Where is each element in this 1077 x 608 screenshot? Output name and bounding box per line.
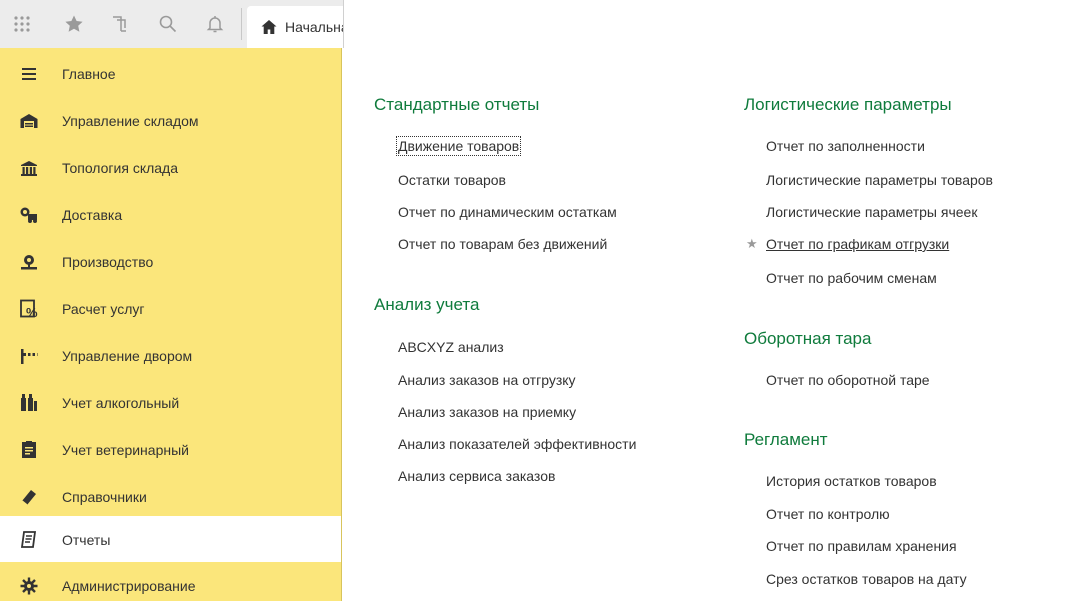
sidebar-item-administration[interactable]: Администрирование (0, 562, 341, 608)
sidebar-item-production[interactable]: Производство (0, 238, 341, 284)
history-icon[interactable] (108, 13, 130, 35)
top-toolbar: Начальная страница (0, 0, 344, 48)
sidebar-item-label: Расчет услуг (62, 301, 145, 317)
sidebar-item-yard[interactable]: Управление двором (0, 332, 341, 378)
sidebar-item-references[interactable]: Справочники (0, 473, 341, 519)
sidebar-item-label: Доставка (62, 207, 123, 223)
percent-doc-icon: % (19, 299, 39, 320)
report-link[interactable]: Отчет по графикам отгрузки (766, 236, 949, 252)
truck-icon (19, 205, 39, 225)
vet-doc-icon (19, 440, 39, 460)
factory-icon (19, 252, 39, 272)
reports-icon (19, 530, 39, 550)
apps-grid-icon[interactable] (11, 13, 33, 35)
section-title-returnable-packaging: Оборотная тара (744, 329, 872, 348)
report-link[interactable]: История остатков товаров (766, 473, 937, 489)
section-title-accounting-analysis: Анализ учета (374, 295, 480, 314)
sidebar-item-label: Топология склада (62, 160, 179, 176)
sidebar: Главное Управление складом Топология скл… (0, 48, 342, 601)
warehouse-icon (19, 111, 39, 131)
favorite-star-icon[interactable]: ★ (746, 236, 758, 252)
section-title-regulation: Регламент (744, 430, 828, 449)
report-link[interactable]: Логистические параметры товаров (766, 172, 993, 188)
section-title-logistic-params: Логистические параметры (744, 95, 952, 114)
sidebar-item-alcohol[interactable]: Учет алкогольный (0, 379, 341, 425)
report-link[interactable]: Анализ сервиса заказов (398, 468, 555, 484)
sidebar-item-warehouse-management[interactable]: Управление складом (0, 97, 341, 143)
sidebar-item-label: Управление складом (62, 113, 199, 129)
report-link[interactable]: Отчет по динамическим остаткам (398, 204, 617, 220)
report-link[interactable]: Анализ заказов на приемку (398, 404, 576, 420)
sidebar-item-delivery[interactable]: Доставка (0, 191, 341, 237)
report-link[interactable]: Отчет по рабочим сменам (766, 270, 937, 286)
bell-icon[interactable] (204, 13, 226, 35)
report-link[interactable]: ABCXYZ анализ (398, 339, 504, 355)
sidebar-item-label: Главное (62, 66, 116, 82)
sidebar-item-label: Учет алкогольный (62, 395, 180, 411)
sidebar-item-label: Справочники (62, 489, 147, 505)
sidebar-item-topology[interactable]: Топология склада (0, 144, 341, 190)
tab-home-label: Начальная страница (285, 19, 343, 35)
report-link[interactable]: Движение товаров (395, 136, 522, 156)
report-link[interactable]: Отчет по контролю (766, 506, 890, 522)
sidebar-item-reports[interactable]: Отчеты (0, 516, 341, 562)
tab-home[interactable]: Начальная страница (247, 6, 343, 48)
home-icon (260, 18, 278, 36)
sidebar-item-label: Отчеты (62, 532, 111, 548)
search-icon[interactable] (157, 13, 179, 35)
sidebar-item-main[interactable]: Главное (0, 50, 341, 96)
report-link[interactable]: Логистические параметры ячеек (766, 204, 977, 220)
star-icon[interactable] (63, 13, 85, 35)
report-link[interactable]: Анализ показателей эффективности (398, 436, 636, 452)
sidebar-item-label: Администрирование (62, 578, 196, 594)
sidebar-item-label: Производство (62, 254, 154, 270)
sidebar-item-service-calc[interactable]: % Расчет услуг (0, 285, 341, 331)
sidebar-item-vet[interactable]: Учет ветеринарный (0, 426, 341, 472)
sidebar-item-label: Управление двором (62, 348, 193, 364)
barrier-icon (19, 346, 39, 366)
report-link[interactable]: Отчет по товарам без движений (398, 236, 607, 252)
book-icon (19, 487, 39, 507)
report-link[interactable]: Анализ заказов на отгрузку (398, 372, 576, 388)
sidebar-item-label: Учет ветеринарный (62, 442, 189, 458)
menu-lines-icon (19, 64, 39, 84)
report-link[interactable]: Срез остатков товаров на дату (766, 571, 967, 587)
report-link[interactable]: Отчет по оборотной таре (766, 372, 930, 388)
section-title-standard-reports: Стандартные отчеты (374, 95, 540, 114)
gear-icon (19, 576, 39, 596)
report-link[interactable]: Отчет по заполненности (766, 138, 925, 154)
bottles-icon (19, 393, 39, 413)
svg-text:%: % (26, 305, 38, 319)
toolbar-divider (241, 8, 242, 40)
building-icon (19, 158, 39, 178)
report-link[interactable]: Отчет по правилам хранения (766, 538, 957, 554)
report-link[interactable]: Остатки товаров (398, 172, 506, 188)
